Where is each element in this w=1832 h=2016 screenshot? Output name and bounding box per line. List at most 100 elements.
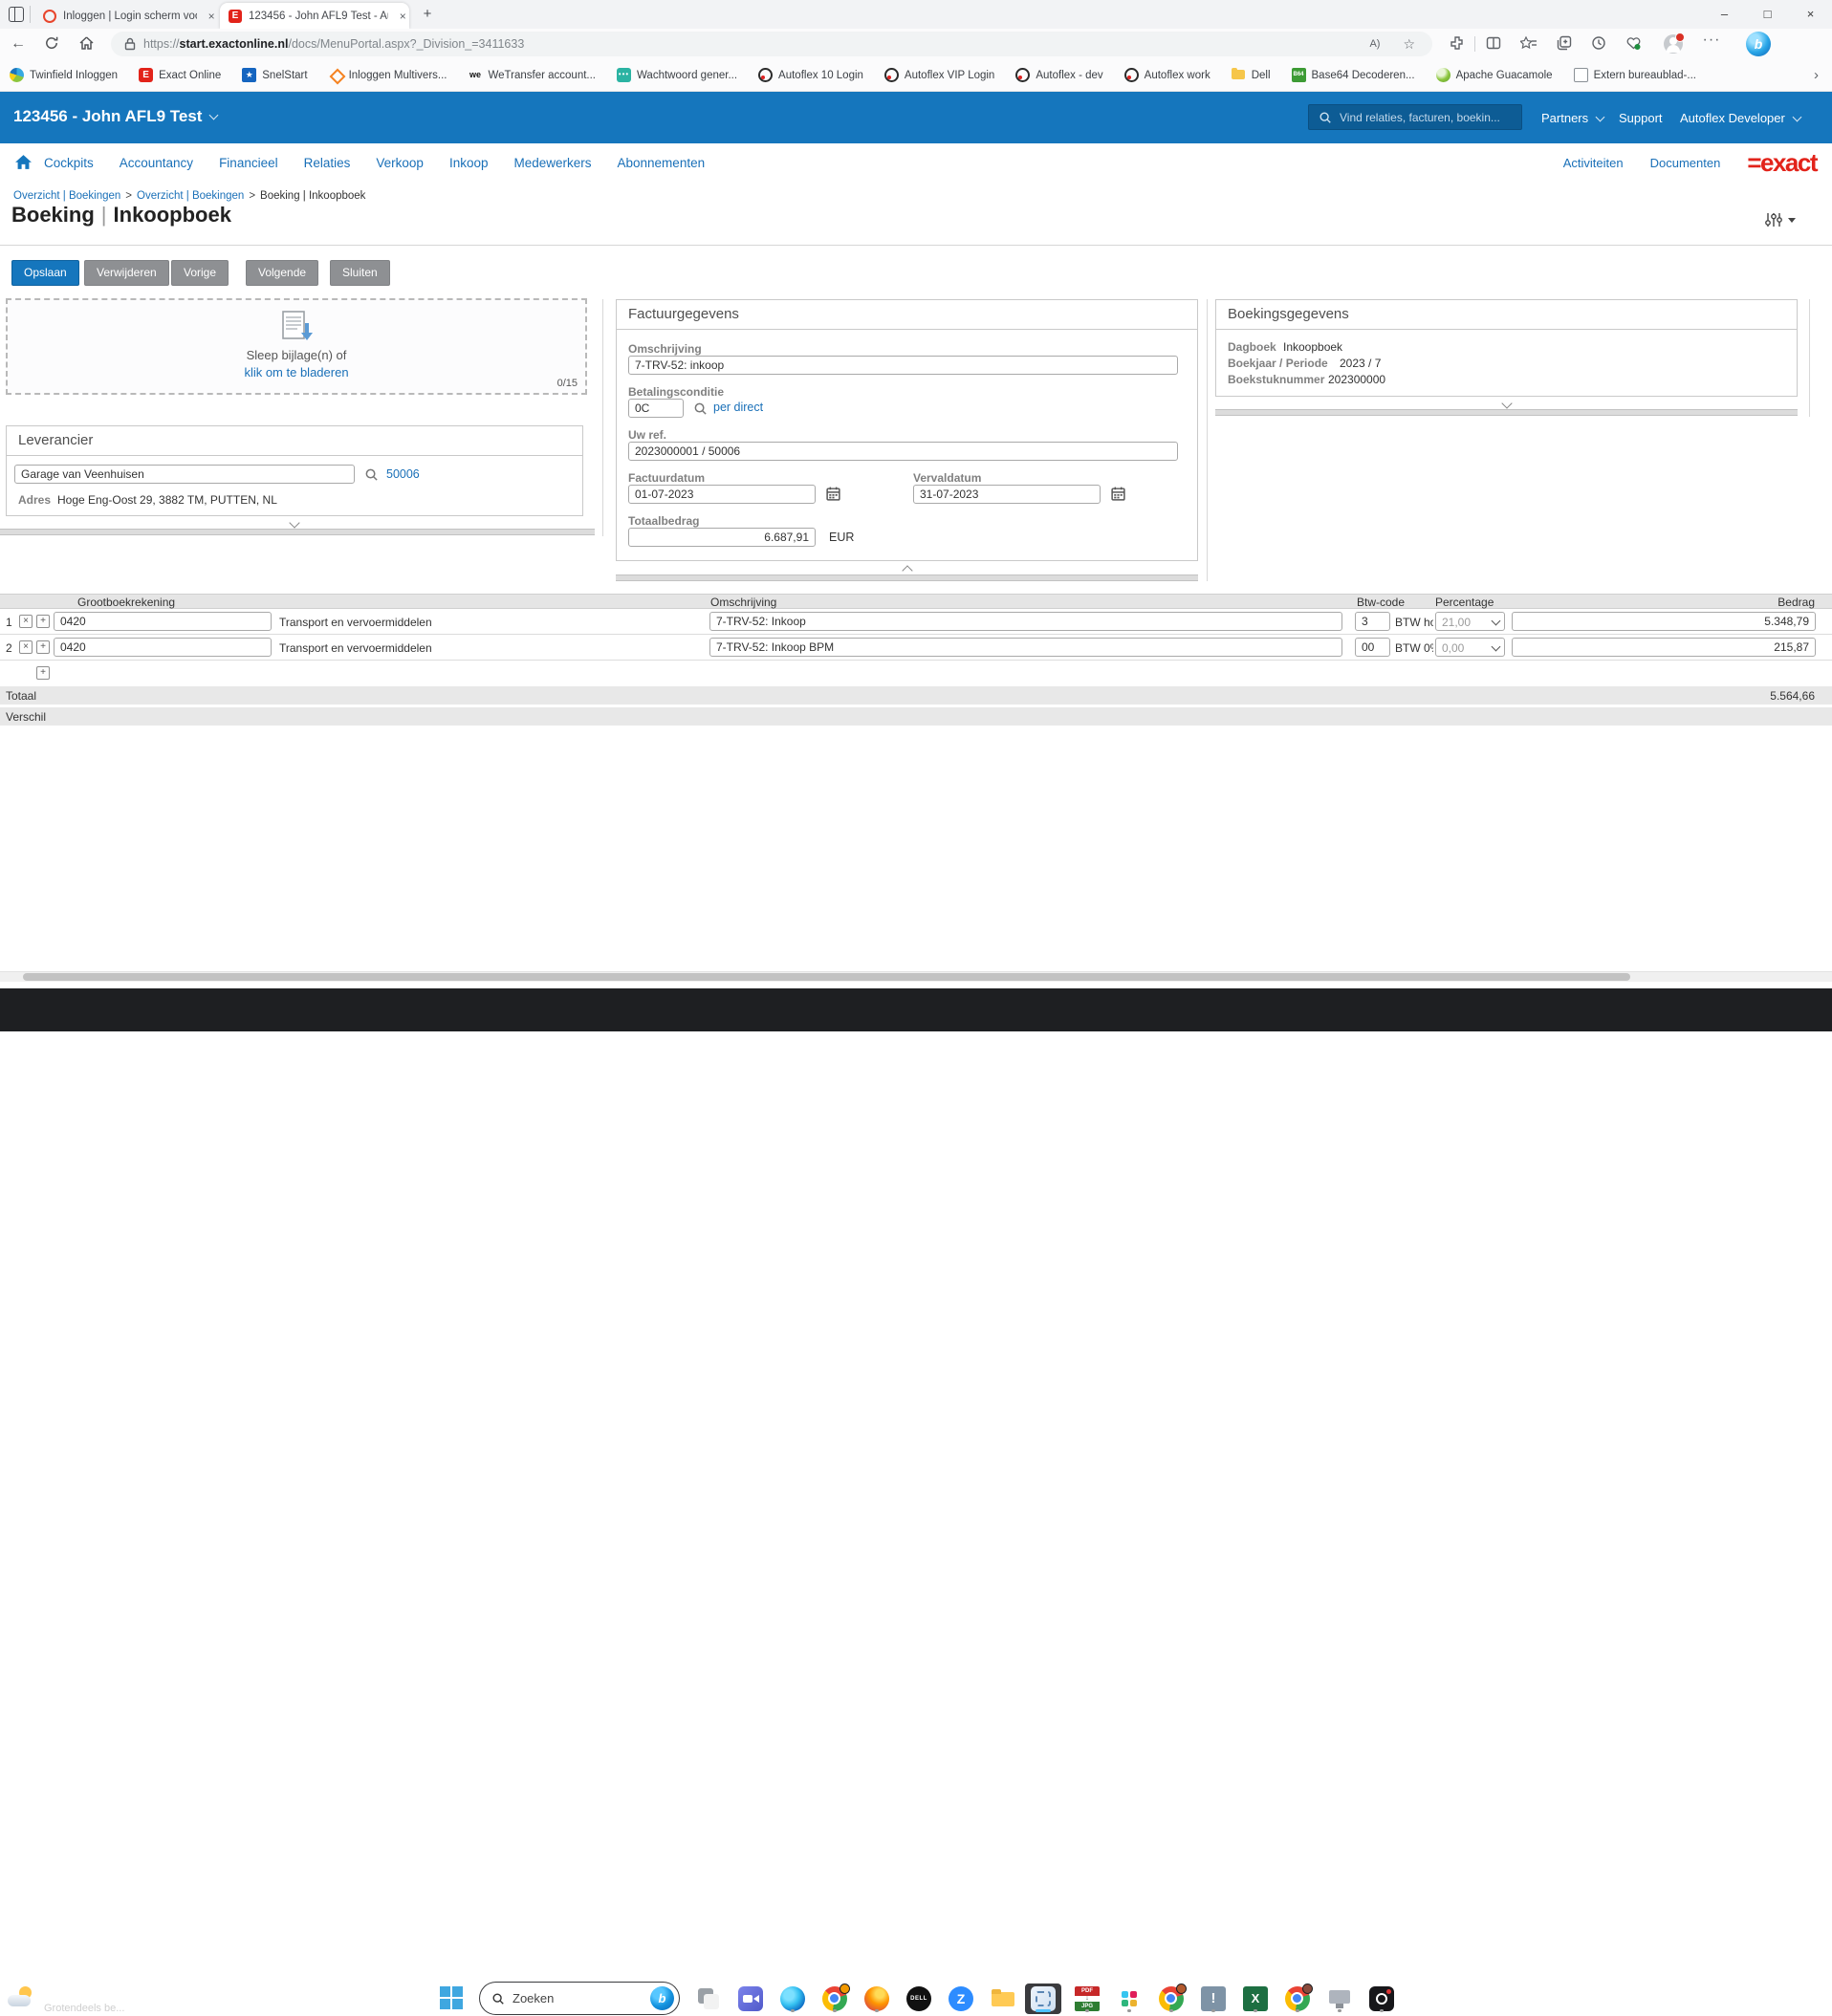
splitter-bar[interactable]: [0, 529, 595, 535]
menu-accountancy[interactable]: Accountancy: [120, 156, 193, 170]
chrome-icon[interactable]: [817, 1983, 853, 2014]
bookmark-autoflex-dev[interactable]: Autoflex - dev: [1015, 68, 1103, 82]
refresh-icon[interactable]: [44, 35, 61, 53]
close-page-button[interactable]: Sluiten: [330, 260, 390, 286]
pinwheel-app-icon[interactable]: [1111, 1983, 1147, 2014]
bookmarks-overflow-icon[interactable]: ›: [1814, 67, 1819, 83]
partners-menu[interactable]: Partners: [1541, 111, 1605, 125]
btwcode-input[interactable]: [1355, 612, 1390, 631]
next-button[interactable]: Volgende: [246, 260, 319, 286]
excel-icon[interactable]: X: [1237, 1983, 1274, 2014]
bedrag-input[interactable]: [1512, 612, 1816, 631]
regel-omschrijving-input[interactable]: [709, 612, 1342, 631]
snipping-tool-icon[interactable]: [1025, 1983, 1061, 2014]
settings-more-icon[interactable]: ···: [1702, 32, 1721, 49]
search-icon[interactable]: [693, 401, 708, 416]
totaalbedrag-input[interactable]: [628, 528, 816, 547]
browser-essentials-icon[interactable]: [1625, 35, 1645, 53]
support-link[interactable]: Support: [1619, 111, 1663, 125]
chrome-profile-3-icon[interactable]: [1279, 1983, 1316, 2014]
bookmark-exact-online[interactable]: E Exact Online: [139, 68, 221, 82]
btwcode-input[interactable]: [1355, 638, 1390, 657]
favorite-star-icon[interactable]: ☆: [1403, 36, 1415, 53]
previous-button[interactable]: Vorige: [171, 260, 229, 286]
file-explorer-icon[interactable]: [985, 1983, 1021, 2014]
split-screen-icon[interactable]: [1486, 35, 1505, 53]
menu-inkoop[interactable]: Inkoop: [449, 156, 489, 170]
splitter-bar[interactable]: [1215, 409, 1798, 416]
search-icon[interactable]: [364, 467, 379, 482]
window-minimize-button[interactable]: –: [1703, 0, 1746, 29]
factuur-collapse-toggle[interactable]: [616, 563, 1198, 576]
bookmark-folder-dell[interactable]: Dell: [1231, 68, 1271, 82]
address-bar[interactable]: https://start.exactonline.nl/docs/MenuPo…: [111, 32, 1432, 56]
bookmark-twinfield[interactable]: Twinfield Inloggen: [10, 68, 118, 82]
percentage-select[interactable]: 21,00: [1435, 612, 1505, 631]
window-close-button[interactable]: ×: [1789, 0, 1832, 29]
menu-abonnementen[interactable]: Abonnementen: [618, 156, 706, 170]
browse-files-link[interactable]: klik om te bladeren: [244, 365, 348, 379]
grootboek-input[interactable]: [54, 612, 272, 631]
attachment-dropzone[interactable]: Sleep bijlage(n) of klik om te bladeren …: [6, 298, 587, 395]
profile-avatar[interactable]: [1664, 33, 1685, 54]
bookmark-guacamole[interactable]: Apache Guacamole: [1435, 68, 1553, 82]
read-aloud-icon[interactable]: A): [1369, 38, 1380, 50]
delete-button[interactable]: Verwijderen: [84, 260, 169, 286]
breadcrumb-link-1[interactable]: Overzicht | Boekingen: [13, 190, 120, 202]
menu-medewerkers[interactable]: Medewerkers: [513, 156, 591, 170]
home-icon[interactable]: [78, 35, 96, 53]
documenten-link[interactable]: Documenten: [1650, 156, 1721, 170]
chrome-profile-2-icon[interactable]: [1153, 1983, 1189, 2014]
add-row-button[interactable]: +: [36, 666, 50, 680]
menu-financieel[interactable]: Financieel: [219, 156, 278, 170]
splitter-bar[interactable]: [616, 574, 1198, 581]
leverancier-code-link[interactable]: 50006: [386, 467, 420, 481]
bookmark-multivers[interactable]: Inloggen Multivers...: [329, 68, 447, 82]
bookmark-wetransfer[interactable]: we WeTransfer account...: [469, 68, 596, 82]
calendar-icon[interactable]: [1110, 486, 1126, 502]
bookmark-autoflex-vip[interactable]: Autoflex VIP Login: [883, 68, 994, 82]
scrollbar-thumb[interactable]: [23, 973, 1630, 981]
omschrijving-input[interactable]: [628, 356, 1178, 375]
uwref-input[interactable]: [628, 442, 1178, 461]
weather-widget[interactable]: 12°C Grotendeels be...: [6, 1982, 124, 2016]
taskbar-clock[interactable]: 15:15 18-10-2023: [1766, 1984, 1822, 2011]
browser-tab-2-active[interactable]: E 123456 - John AFL9 Test - Autofle ×: [220, 3, 409, 29]
bookmark-snelstart[interactable]: ★ SnelStart: [242, 68, 308, 82]
division-selector[interactable]: 123456 - John AFL9 Test: [13, 107, 219, 126]
boeking-collapse-toggle[interactable]: [1215, 398, 1798, 409]
firefox-icon[interactable]: [859, 1983, 895, 2014]
task-view-icon[interactable]: [690, 1983, 727, 2014]
start-button[interactable]: [440, 1986, 463, 2009]
betalingsconditie-link[interactable]: per direct: [713, 401, 763, 414]
taskbar-search[interactable]: Zoeken b: [480, 1983, 679, 2014]
row-delete-button[interactable]: ×: [19, 615, 33, 628]
remote-desktop-icon[interactable]: [1321, 1983, 1358, 2014]
password-app-icon[interactable]: [1363, 1983, 1400, 2014]
tab-workspaces-icon[interactable]: [9, 7, 24, 22]
activiteiten-link[interactable]: Activiteiten: [1563, 156, 1624, 170]
exact-logo[interactable]: =exact: [1747, 150, 1818, 175]
extensions-icon[interactable]: [1450, 35, 1469, 53]
user-menu[interactable]: Autoflex Developer: [1680, 111, 1802, 125]
factuurdatum-input[interactable]: [628, 485, 816, 504]
menu-relaties[interactable]: Relaties: [304, 156, 351, 170]
bookmark-autoflex-work[interactable]: Autoflex work: [1123, 68, 1210, 82]
teams-icon[interactable]: [732, 1983, 769, 2014]
leverancier-input[interactable]: [14, 465, 355, 484]
bookmark-base64[interactable]: B64 Base64 Decoderen...: [1291, 68, 1415, 82]
global-search-input[interactable]: Vind relaties, facturen, boekin...: [1308, 104, 1522, 130]
row-insert-button[interactable]: +: [36, 640, 50, 654]
home-menu-icon[interactable]: [14, 154, 33, 170]
history-icon[interactable]: [1591, 35, 1610, 53]
leverancier-collapse-toggle[interactable]: [6, 517, 583, 529]
browser-tab-1[interactable]: Inloggen | Login scherm voor Au ×: [34, 3, 218, 29]
window-maximize-button[interactable]: □: [1746, 0, 1789, 29]
row-insert-button[interactable]: +: [36, 615, 50, 628]
favorites-icon[interactable]: [1520, 35, 1539, 53]
zoom-app-icon[interactable]: Z: [943, 1983, 979, 2014]
edge-icon[interactable]: [774, 1983, 811, 2014]
horizontal-scrollbar[interactable]: [0, 971, 1832, 982]
breadcrumb-link-2[interactable]: Overzicht | Boekingen: [137, 190, 244, 202]
new-tab-button[interactable]: +: [418, 5, 437, 24]
